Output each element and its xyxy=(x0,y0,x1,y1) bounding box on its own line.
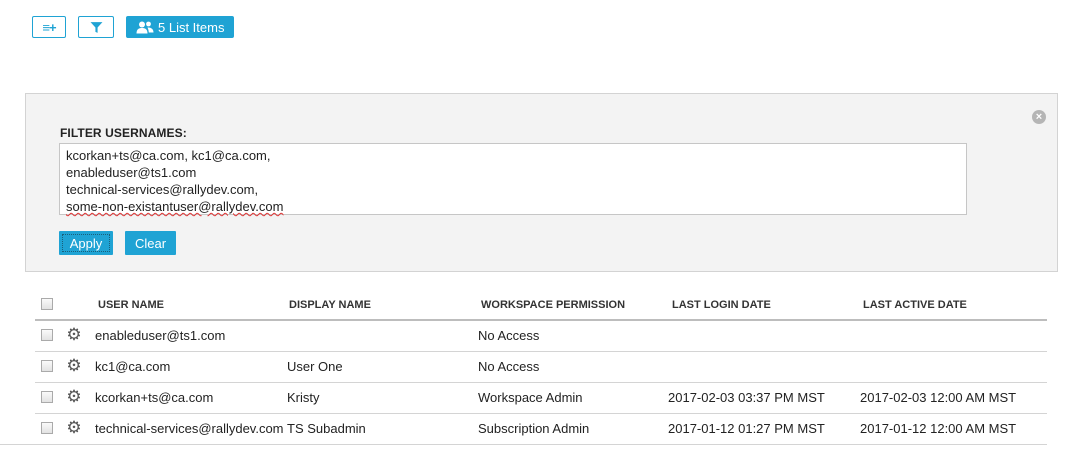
filter-line: enableduser@ts1.com xyxy=(66,165,197,180)
cell-user-name: kcorkan+ts@ca.com xyxy=(95,390,214,405)
add-column-button[interactable]: ≡+ xyxy=(32,16,66,38)
filter-line: technical-services@rallydev.com, xyxy=(66,182,259,197)
toolbar: ≡+ 5 List Items xyxy=(32,16,235,38)
filter-line: some-non-existantuser@rallydev.com xyxy=(66,198,960,215)
header-user-name[interactable]: USER NAME xyxy=(98,299,164,311)
table-header: USER NAME DISPLAY NAME WORKSPACE PERMISS… xyxy=(35,290,1047,321)
gear-icon[interactable]: ⚙ xyxy=(66,326,82,344)
list-items-button[interactable]: 5 List Items xyxy=(126,16,235,38)
cell-workspace-permission: No Access xyxy=(478,328,540,343)
header-workspace-permission[interactable]: WORKSPACE PERMISSION xyxy=(481,299,625,311)
cell-user-name: kc1@ca.com xyxy=(95,359,171,374)
bottom-divider xyxy=(0,444,1040,445)
filter-line: kcorkan+ts@ca.com, kc1@ca.com, xyxy=(66,148,271,163)
cell-workspace-permission: Subscription Admin xyxy=(478,421,590,436)
header-last-active-date[interactable]: LAST ACTIVE DATE xyxy=(863,299,967,311)
header-display-name[interactable]: DISPLAY NAME xyxy=(289,299,371,311)
filter-panel: FILTER USERNAMES: × kcorkan+ts@ca.com, k… xyxy=(25,93,1058,272)
clear-button[interactable]: Clear xyxy=(125,231,176,255)
row-checkbox[interactable] xyxy=(41,360,53,372)
cell-display-name: User One xyxy=(287,359,343,374)
cell-display-name: Kristy xyxy=(287,390,320,405)
cell-workspace-permission: Workspace Admin xyxy=(478,390,583,405)
cell-workspace-permission: No Access xyxy=(478,359,540,374)
cell-user-name: enableduser@ts1.com xyxy=(95,328,226,343)
table-row: ⚙ technical-services@rallydev.com TS Sub… xyxy=(35,414,1047,445)
row-checkbox[interactable] xyxy=(41,391,53,403)
filter-button[interactable] xyxy=(78,16,114,38)
apply-button[interactable]: Apply xyxy=(59,231,113,255)
filter-icon xyxy=(90,21,102,33)
cell-last-active-date: 2017-02-03 12:00 AM MST xyxy=(860,390,1017,405)
row-checkbox[interactable] xyxy=(41,329,53,341)
select-all-checkbox[interactable] xyxy=(41,298,53,310)
misspelled-text: some-non-existantuser@rallydev.com xyxy=(66,199,284,214)
table-row: ⚙ kc1@ca.com User One No Access xyxy=(35,352,1047,383)
close-circle-icon[interactable]: × xyxy=(1032,110,1046,124)
cell-last-login-date: 2017-01-12 01:27 PM MST xyxy=(668,421,825,436)
gear-icon[interactable]: ⚙ xyxy=(66,419,82,437)
cell-last-login-date: 2017-02-03 03:37 PM MST xyxy=(668,390,825,405)
header-last-login-date[interactable]: LAST LOGIN DATE xyxy=(672,299,771,311)
gear-icon[interactable]: ⚙ xyxy=(66,388,82,406)
cell-last-active-date: 2017-01-12 12:00 AM MST xyxy=(860,421,1017,436)
cell-display-name: TS Subadmin xyxy=(287,421,366,436)
table-row: ⚙ enableduser@ts1.com No Access xyxy=(35,321,1047,352)
filter-usernames-label: FILTER USERNAMES: xyxy=(60,126,187,140)
add-column-icon: ≡+ xyxy=(42,19,56,35)
users-table: USER NAME DISPLAY NAME WORKSPACE PERMISS… xyxy=(35,290,1047,445)
row-checkbox[interactable] xyxy=(41,422,53,434)
list-items-label: 5 List Items xyxy=(158,19,225,35)
gear-icon[interactable]: ⚙ xyxy=(66,357,82,375)
filter-usernames-textarea[interactable]: kcorkan+ts@ca.com, kc1@ca.com, enabledus… xyxy=(59,143,967,215)
table-row: ⚙ kcorkan+ts@ca.com Kristy Workspace Adm… xyxy=(35,383,1047,414)
users-icon xyxy=(136,21,154,33)
cell-user-name: technical-services@rallydev.com xyxy=(95,421,284,436)
